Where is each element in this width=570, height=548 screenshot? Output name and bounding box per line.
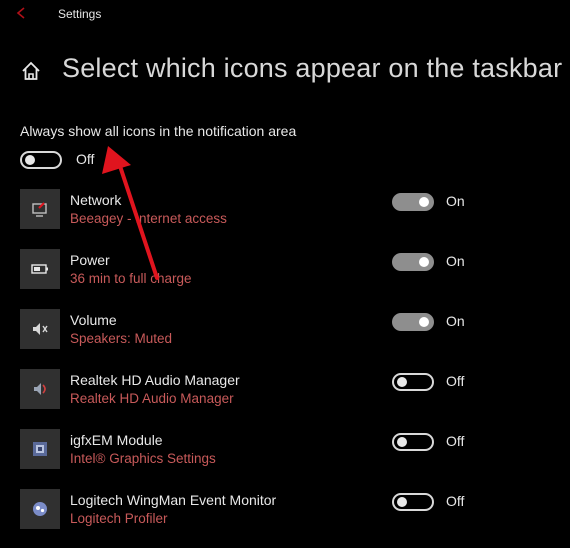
window-title: Settings (58, 7, 102, 21)
item-state: Off (446, 373, 465, 389)
network-toggle[interactable] (392, 193, 434, 211)
list-item-logitech: Logitech WingMan Event Monitor Logitech … (0, 486, 570, 546)
list-item-network: Network Beeagey - Internet access On (0, 186, 570, 246)
notification-icon-list: Network Beeagey - Internet access On Pow… (0, 186, 570, 546)
item-name: Logitech WingMan Event Monitor (70, 492, 277, 508)
item-subtitle: Beeagey - Internet access (70, 211, 227, 226)
power-toggle[interactable] (392, 253, 434, 271)
toggle-knob (397, 497, 407, 507)
item-state: On (446, 253, 465, 269)
back-arrow-icon[interactable] (14, 6, 28, 20)
volume-toggle[interactable] (392, 313, 434, 331)
item-subtitle: 36 min to full charge (70, 271, 192, 286)
battery-icon (20, 249, 60, 289)
title-bar: Settings (0, 0, 570, 30)
item-state: Off (446, 433, 465, 449)
list-item-realtek: Realtek HD Audio Manager Realtek HD Audi… (0, 366, 570, 426)
item-subtitle: Logitech Profiler (70, 511, 168, 526)
toggle-knob (25, 155, 35, 165)
item-subtitle: Speakers: Muted (70, 331, 173, 346)
item-state: Off (446, 493, 465, 509)
item-name: Volume (70, 312, 117, 328)
item-state: On (446, 193, 465, 209)
always-show-toggle[interactable] (20, 151, 62, 169)
item-name: Realtek HD Audio Manager (70, 372, 240, 388)
toggle-knob (397, 437, 407, 447)
audio-manager-icon (20, 369, 60, 409)
toggle-knob (419, 257, 429, 267)
item-subtitle: Realtek HD Audio Manager (70, 391, 234, 406)
igfxem-toggle[interactable] (392, 433, 434, 451)
toggle-knob (397, 377, 407, 387)
list-item-power: Power 36 min to full charge On (0, 246, 570, 306)
item-state: On (446, 313, 465, 329)
item-name: Network (70, 192, 122, 208)
network-icon (20, 189, 60, 229)
item-name: Power (70, 252, 110, 268)
item-subtitle: Intel® Graphics Settings (70, 451, 216, 466)
home-icon[interactable] (20, 60, 42, 82)
realtek-toggle[interactable] (392, 373, 434, 391)
toggle-knob (419, 317, 429, 327)
always-show-label: Always show all icons in the notificatio… (20, 123, 297, 139)
list-item-volume: Volume Speakers: Muted On (0, 306, 570, 366)
list-item-igfxem: igfxEM Module Intel® Graphics Settings O… (0, 426, 570, 486)
intel-graphics-icon (20, 429, 60, 469)
page-title: Select which icons appear on the taskbar (62, 53, 563, 83)
logitech-toggle[interactable] (392, 493, 434, 511)
always-show-state: Off (76, 151, 95, 167)
toggle-knob (419, 197, 429, 207)
logitech-icon (20, 489, 60, 529)
item-name: igfxEM Module (70, 432, 163, 448)
speaker-icon (20, 309, 60, 349)
